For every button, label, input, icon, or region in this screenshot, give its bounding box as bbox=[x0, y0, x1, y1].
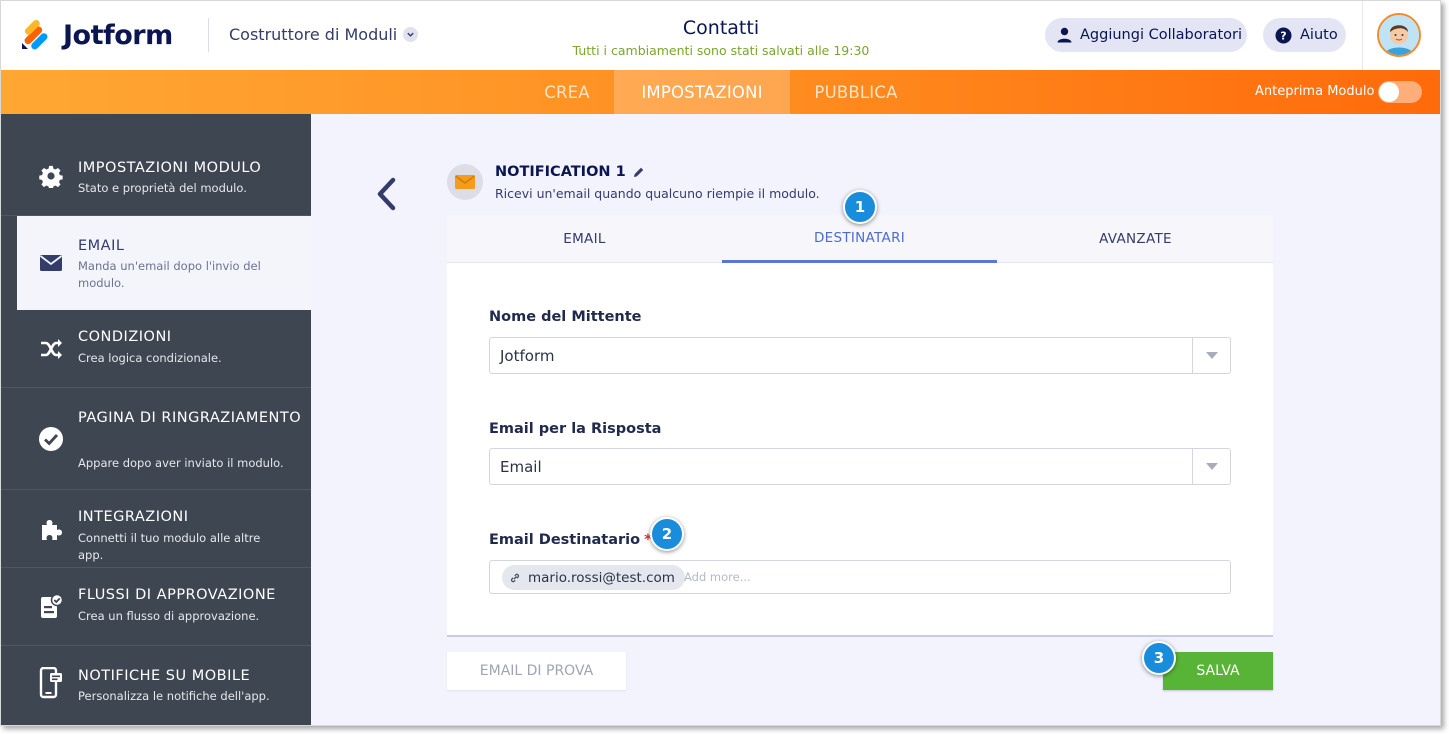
sidebar-item-desc: Crea logica condizionale. bbox=[78, 351, 222, 365]
help-button[interactable]: ? Aiuto bbox=[1263, 18, 1346, 52]
recipient-email-tag-text: mario.rossi@test.com bbox=[528, 569, 675, 586]
envelope-icon bbox=[37, 249, 65, 277]
add-collaborators-label: Aggiungi Collaboratori bbox=[1080, 27, 1242, 43]
main-nav: CREA IMPOSTAZIONI PUBBLICA Anteprima Mod… bbox=[1, 70, 1440, 114]
reply-email-value: Email bbox=[500, 458, 542, 476]
sidebar-item-title: EMAIL bbox=[78, 238, 125, 254]
notification-description: Ricevi un'email quando qualcuno riempie … bbox=[495, 186, 820, 201]
user-avatar[interactable] bbox=[1377, 13, 1421, 57]
puzzle-icon bbox=[37, 515, 65, 543]
tab-impostazioni[interactable]: IMPOSTAZIONI bbox=[614, 70, 790, 114]
sidebar-item-impostazioni-modulo[interactable]: IMPOSTAZIONI MODULO Stato e proprietà de… bbox=[1, 114, 311, 216]
sidebar-item-desc: Personalizza le notifiche dell'app. bbox=[78, 689, 270, 703]
sidebar-item-desc: Appare dopo aver inviato il modulo. bbox=[78, 456, 284, 470]
recipient-email-label-text: Email Destinatario bbox=[489, 532, 641, 548]
question-circle-icon: ? bbox=[1275, 27, 1292, 44]
sidebar-item-title: NOTIFICHE SU MOBILE bbox=[78, 668, 251, 684]
sidebar-item-title: FLUSSI DI APPROVAZIONE bbox=[78, 587, 276, 603]
user-icon bbox=[1057, 27, 1072, 43]
preview-toggle[interactable] bbox=[1378, 81, 1422, 103]
sidebar-item-title: INTEGRAZIONI bbox=[78, 509, 189, 525]
sidebar-item-title: IMPOSTAZIONI MODULO bbox=[78, 160, 262, 176]
recipient-email-tag[interactable]: mario.rossi@test.com bbox=[502, 565, 685, 590]
tab-avanzate[interactable]: AVANZATE bbox=[998, 215, 1273, 263]
jotform-logo[interactable]: Jotform bbox=[19, 19, 173, 51]
chevron-down-icon bbox=[403, 27, 419, 42]
recipient-email-label: Email Destinatario * bbox=[489, 532, 652, 548]
shuffle-icon bbox=[37, 335, 65, 363]
sender-name-label: Nome del Mittente bbox=[489, 309, 642, 325]
callout-badge-3: 3 bbox=[1142, 641, 1176, 675]
sender-name-select[interactable]: Jotform bbox=[489, 337, 1231, 374]
dropdown-arrow-icon bbox=[1192, 449, 1230, 484]
reply-email-label: Email per la Risposta bbox=[489, 421, 662, 437]
sidebar-item-desc: Stato e proprietà del modulo. bbox=[78, 181, 247, 195]
sidebar-item-condizioni[interactable]: CONDIZIONI Crea logica condizionale. bbox=[1, 310, 311, 388]
link-icon bbox=[510, 573, 520, 583]
save-button[interactable]: SALVA bbox=[1163, 652, 1273, 690]
app-window: Jotform Costruttore di Moduli Contatti T… bbox=[0, 0, 1441, 726]
gear-icon bbox=[37, 162, 65, 190]
callout-badge-1: 1 bbox=[843, 190, 877, 224]
sender-name-value: Jotform bbox=[500, 347, 555, 365]
back-arrow-icon[interactable] bbox=[373, 176, 401, 212]
recipient-email-field[interactable]: mario.rossi@test.com Add more... bbox=[489, 560, 1231, 594]
test-email-button[interactable]: EMAIL DI PROVA bbox=[447, 652, 626, 690]
notification-envelope-icon bbox=[447, 164, 483, 200]
builder-label: Costruttore di Moduli bbox=[229, 25, 398, 44]
reply-email-select[interactable]: Email bbox=[489, 448, 1231, 485]
help-label: Aiuto bbox=[1300, 27, 1338, 43]
sidebar-item-email[interactable]: EMAIL Manda un'email dopo l'invio del mo… bbox=[17, 216, 311, 310]
svg-text:?: ? bbox=[1280, 29, 1286, 42]
toggle-knob bbox=[1379, 82, 1399, 102]
mobile-icon bbox=[37, 667, 65, 699]
notification-panel: EMAIL DESTINATARI AVANZATE Nome del Mitt… bbox=[447, 215, 1273, 637]
logo-text: Jotform bbox=[63, 19, 173, 51]
sidebar-item-flussi-approvazione[interactable]: FLUSSI DI APPROVAZIONE Crea un flusso di… bbox=[1, 568, 311, 646]
add-collaborators-button[interactable]: Aggiungi Collaboratori bbox=[1045, 18, 1247, 52]
tab-email[interactable]: EMAIL bbox=[447, 215, 722, 263]
sidebar-item-desc: Connetti il tuo modulo alle altre app. bbox=[78, 531, 261, 562]
settings-sidebar: IMPOSTAZIONI MODULO Stato e proprietà de… bbox=[1, 114, 311, 725]
add-more-placeholder[interactable]: Add more... bbox=[684, 570, 751, 584]
dropdown-arrow-icon bbox=[1192, 338, 1230, 373]
sidebar-item-desc: Crea un flusso di approvazione. bbox=[78, 609, 260, 623]
tab-crea[interactable]: CREA bbox=[521, 70, 613, 114]
header-divider bbox=[208, 18, 209, 52]
jotform-logo-icon bbox=[19, 19, 51, 51]
preview-label: Anteprima Modulo bbox=[1255, 84, 1375, 99]
sidebar-item-title: PAGINA DI RINGRAZIAMENTO bbox=[78, 410, 302, 426]
top-header: Jotform Costruttore di Moduli Contatti T… bbox=[1, 1, 1440, 70]
tab-pubblica[interactable]: PUBBLICA bbox=[796, 70, 916, 114]
sidebar-item-pagina-ringraziamento[interactable]: PAGINA DI RINGRAZIAMENTO Appare dopo ave… bbox=[1, 388, 311, 490]
check-circle-icon bbox=[37, 425, 65, 453]
form-title[interactable]: Contatti bbox=[521, 17, 921, 39]
builder-dropdown[interactable]: Costruttore di Moduli bbox=[229, 25, 419, 44]
sidebar-item-desc: Manda un'email dopo l'invio del modulo. bbox=[78, 259, 261, 290]
sidebar-item-integrazioni[interactable]: INTEGRAZIONI Connetti il tuo modulo alle… bbox=[1, 490, 311, 568]
notification-title[interactable]: NOTIFICATION 1 bbox=[495, 164, 645, 180]
notification-title-text: NOTIFICATION 1 bbox=[495, 164, 626, 180]
save-status: Tutti i cambiamenti sono stati salvati a… bbox=[572, 43, 870, 58]
sidebar-item-title: CONDIZIONI bbox=[78, 329, 172, 345]
header-divider bbox=[1362, 1, 1363, 70]
sidebar-item-notifiche-mobile[interactable]: NOTIFICHE SU MOBILE Personalizza le noti… bbox=[1, 646, 311, 725]
callout-badge-2: 2 bbox=[650, 517, 684, 551]
approval-icon bbox=[37, 593, 65, 621]
pencil-icon[interactable] bbox=[632, 166, 645, 179]
